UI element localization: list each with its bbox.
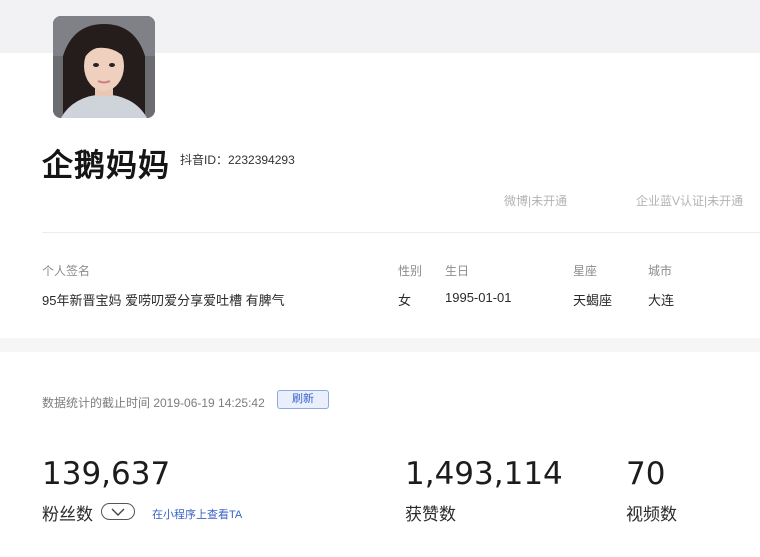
zodiac-value: 天蝎座 xyxy=(573,293,613,308)
city-label: 城市 xyxy=(648,264,673,278)
refresh-button[interactable]: 刷新 xyxy=(277,390,329,409)
birthday-value: 1995-01-01 xyxy=(445,290,512,305)
fans-count: 139,637 xyxy=(42,456,171,492)
fans-label: 粉丝数 xyxy=(42,505,93,524)
signature-label: 个人签名 xyxy=(42,264,91,278)
likes-label: 获赞数 xyxy=(405,505,456,524)
chevron-down-icon xyxy=(111,508,125,516)
videos-count: 70 xyxy=(626,456,666,492)
city-value: 大连 xyxy=(648,293,675,308)
weibo-status: 微博|未开通 xyxy=(504,194,568,208)
avatar-image xyxy=(53,16,155,118)
section-gap xyxy=(0,338,760,352)
profile-nickname: 企鹅妈妈 xyxy=(42,148,170,183)
gender-value: 女 xyxy=(398,293,412,308)
gender-label: 性别 xyxy=(398,264,423,278)
douyin-id: 抖音ID：2232394293 xyxy=(180,153,295,167)
section-divider xyxy=(42,232,760,233)
likes-count: 1,493,114 xyxy=(405,456,563,492)
videos-label: 视频数 xyxy=(626,505,677,524)
mini-program-link[interactable]: 在小程序上查看TA xyxy=(152,506,242,522)
birthday-label: 生日 xyxy=(445,264,470,278)
blue-v-status: 企业蓝V认证|未开通 xyxy=(636,194,744,208)
zodiac-label: 星座 xyxy=(573,264,598,278)
signature-value: 95年新晋宝妈 爱唠叨爱分享爱吐槽 有脾气 xyxy=(42,293,285,308)
fans-toggle-button[interactable] xyxy=(101,503,135,520)
stats-cutoff-time: 数据统计的截止时间 2019-06-19 14:25:42 xyxy=(42,396,265,410)
avatar xyxy=(53,16,155,118)
